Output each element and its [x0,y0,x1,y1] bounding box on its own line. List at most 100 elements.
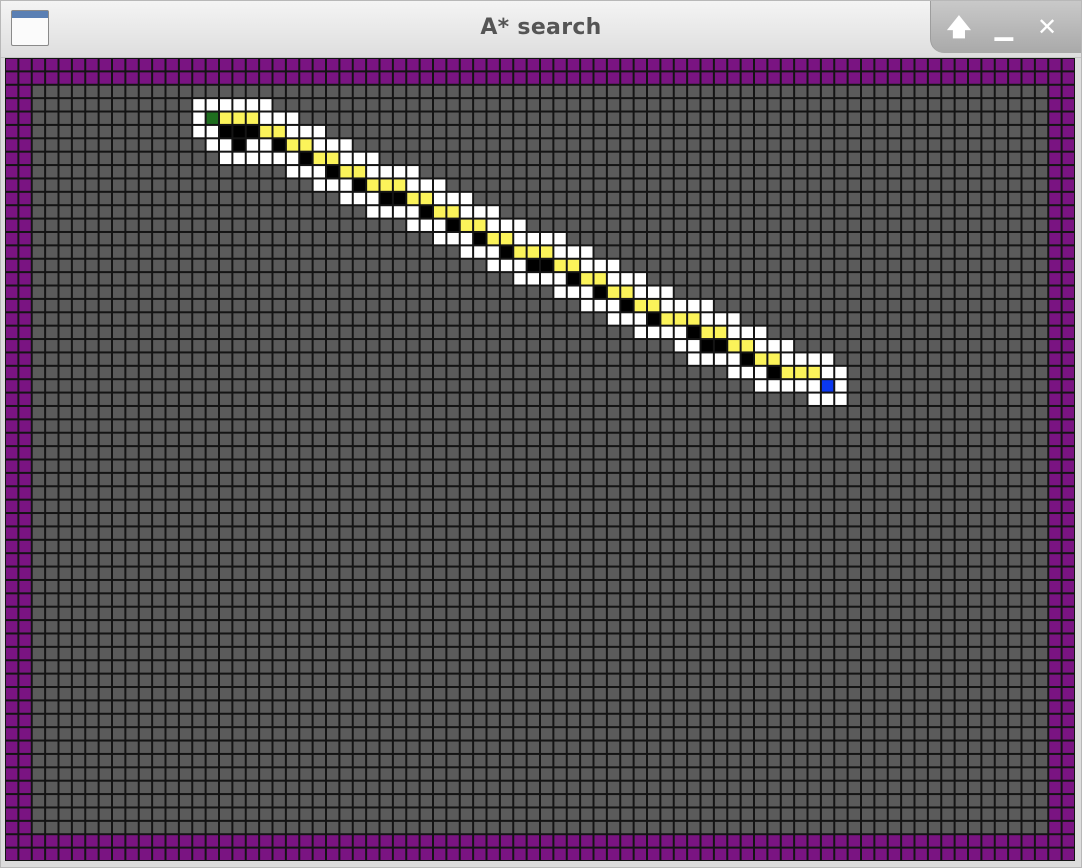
grid-cell[interactable] [888,661,901,673]
grid-cell[interactable] [32,99,45,111]
grid-cell[interactable] [99,473,112,486]
wall-cell[interactable] [19,527,31,539]
grid-cell[interactable] [768,714,780,727]
grid-cell[interactable] [581,714,593,727]
grid-cell[interactable] [527,728,540,740]
grid-cell[interactable] [755,714,767,727]
grid-cell[interactable] [86,567,98,579]
grid-cell[interactable] [153,714,165,727]
grid-cell[interactable] [72,152,85,165]
grid-cell[interactable] [447,85,459,98]
grid-cell[interactable] [460,567,473,579]
wall-cell[interactable] [72,72,85,84]
grid-cell[interactable] [821,728,834,740]
grid-cell[interactable] [982,701,994,713]
grid-cell[interactable] [139,447,152,459]
grid-cell[interactable] [434,634,446,646]
grid-cell[interactable] [220,728,232,740]
grid-cell[interactable] [313,353,326,365]
grid-cell[interactable] [59,166,71,178]
grid-cell[interactable] [808,340,820,352]
grid-cell[interactable] [220,246,232,258]
open-cell[interactable] [821,393,834,405]
grid-cell[interactable] [86,166,98,178]
grid-cell[interactable] [113,768,125,780]
grid-cell[interactable] [500,674,513,687]
grid-cell[interactable] [621,139,633,151]
grid-cell[interactable] [714,152,727,165]
grid-cell[interactable] [380,447,392,459]
wall-cell[interactable] [86,59,98,71]
grid-cell[interactable] [928,527,941,539]
grid-cell[interactable] [928,473,941,486]
grid-cell[interactable] [581,580,593,593]
grid-cell[interactable] [741,420,754,432]
grid-cell[interactable] [327,112,339,124]
grid-cell[interactable] [113,393,125,405]
grid-cell[interactable] [982,514,994,526]
grid-cell[interactable] [648,99,660,111]
grid-cell[interactable] [32,647,45,660]
grid-cell[interactable] [688,567,700,579]
grid-cell[interactable] [260,326,272,339]
grid-cell[interactable] [835,99,847,111]
grid-cell[interactable] [233,232,245,245]
grid-cell[interactable] [393,674,406,687]
grid-cell[interactable] [688,647,700,660]
grid-cell[interactable] [233,661,245,673]
grid-cell[interactable] [621,808,633,820]
grid-cell[interactable] [621,112,633,124]
grid-cell[interactable] [701,768,713,780]
wall-cell[interactable] [487,72,499,84]
grid-cell[interactable] [246,795,259,807]
grid-cell[interactable] [607,701,620,713]
grid-cell[interactable] [969,206,981,218]
grid-cell[interactable] [634,366,647,379]
grid-cell[interactable] [273,166,285,178]
grid-cell[interactable] [875,741,887,753]
grid-cell[interactable] [500,139,513,151]
grid-cell[interactable] [714,808,727,820]
wall-cell[interactable] [1062,313,1075,325]
grid-cell[interactable] [741,286,754,298]
grid-cell[interactable] [755,808,767,820]
grid-cell[interactable] [193,447,205,459]
grid-cell[interactable] [260,246,272,258]
grid-cell[interactable] [99,259,112,272]
grid-cell[interactable] [233,795,245,807]
path-cell[interactable] [514,246,526,258]
grid-cell[interactable] [1009,380,1021,392]
grid-cell[interactable] [487,460,499,472]
grid-cell[interactable] [594,192,606,205]
wall-cell[interactable] [982,835,994,847]
grid-cell[interactable] [594,781,606,794]
grid-cell[interactable] [353,259,366,272]
wall-cell[interactable] [206,59,219,71]
grid-cell[interactable] [393,607,406,620]
grid-cell[interactable] [153,299,165,312]
grid-cell[interactable] [888,99,901,111]
grid-cell[interactable] [1022,821,1034,834]
grid-cell[interactable] [273,768,285,780]
grid-cell[interactable] [674,808,687,820]
grid-cell[interactable] [554,473,566,486]
grid-cell[interactable] [741,714,754,727]
grid-cell[interactable] [32,768,45,780]
grid-cell[interactable] [634,112,647,124]
grid-cell[interactable] [420,125,433,138]
wall-cell[interactable] [1049,848,1061,860]
wall-cell[interactable] [19,380,31,392]
grid-cell[interactable] [755,487,767,499]
wall-cell[interactable] [353,835,366,847]
grid-cell[interactable] [286,473,299,486]
wall-cell[interactable] [19,353,31,365]
grid-cell[interactable] [126,112,138,124]
grid-cell[interactable] [206,192,219,205]
grid-cell[interactable] [928,447,941,459]
grid-cell[interactable] [447,166,459,178]
grid-cell[interactable] [915,326,927,339]
grid-cell[interactable] [755,273,767,285]
grid-cell[interactable] [420,420,433,432]
grid-cell[interactable] [32,500,45,513]
grid-cell[interactable] [126,567,138,579]
